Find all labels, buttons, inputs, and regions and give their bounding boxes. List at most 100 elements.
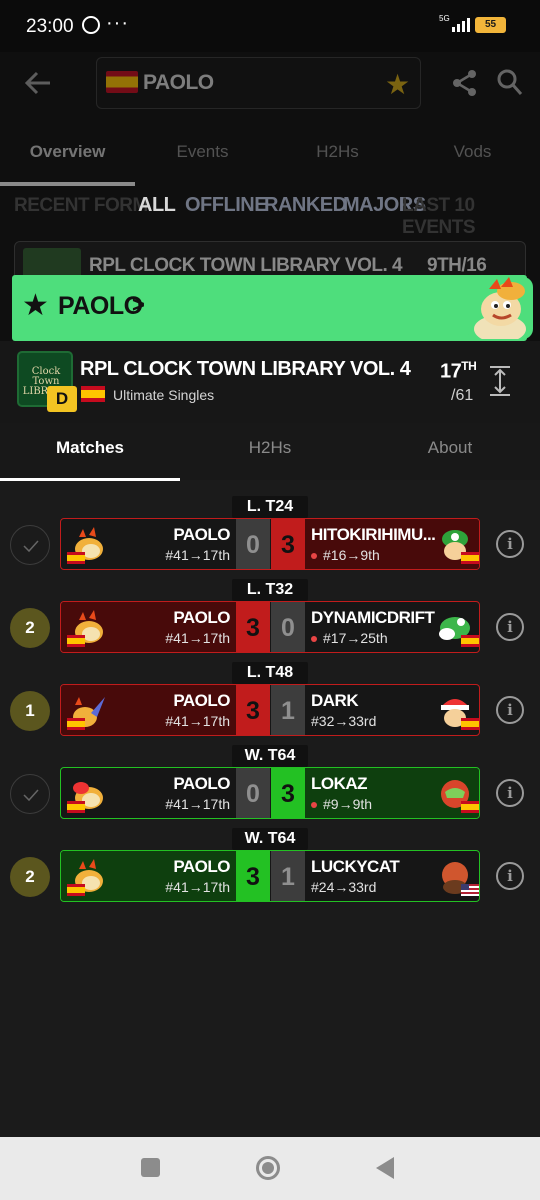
match-card[interactable]: PAOLO #41→17th 0 3 LOKAZ #9→9th [60,767,480,819]
check-icon [10,525,50,565]
upset-dot [311,553,317,560]
match-row[interactable]: L. T24 PAOLO #41→17th 0 3 HITOKIRIHIMU..… [0,496,540,580]
player-name: PAOLO [173,857,230,876]
spain-flag-icon [81,386,105,402]
match-status-badge: 2 [10,608,50,648]
opponent-seed: #24→33rd [311,879,377,895]
usa-flag-icon [461,884,479,896]
round-label: L. T32 [232,579,308,601]
match-card[interactable]: PAOLO #41→17th 0 3 HITOKIRIHIMU... #16→9… [60,518,480,570]
opponent-side: DARK #32→33rd [305,685,479,735]
opponent-side: DYNAMICDRIFT #17→25th [305,602,479,652]
spain-flag-icon [461,552,479,564]
tab-events[interactable]: Events [135,142,270,162]
round-label: W. T64 [232,828,308,850]
check-icon [10,774,50,814]
match-row[interactable]: L. T48 1 PAOLO #41→17th 3 1 DARK #32→33r… [0,662,540,746]
spain-flag-icon [461,718,479,730]
opponent-side: HITOKIRIHIMU... #16→9th [305,519,479,569]
background-event-rank: 9TH/16 [427,255,487,276]
player-seed: #41→17th [165,796,230,812]
filter-ranked[interactable]: RANKED [264,194,347,217]
round-label: L. T48 [232,662,308,684]
opponent-seed: #17→25th [311,630,388,646]
match-card[interactable]: PAOLO #41→17th 3 0 DYNAMICDRIFT #17→25th [60,601,480,653]
player-seed: #41→17th [165,713,230,729]
info-icon[interactable]: i [496,530,524,558]
home-icon[interactable] [256,1156,280,1180]
expand-collapse-icon[interactable] [489,366,511,396]
opponent-name: HITOKIRIHIMU... [311,525,436,544]
info-icon[interactable]: i [496,613,524,641]
spain-flag-icon [67,635,85,647]
search-icon[interactable] [497,69,523,97]
spain-flag-icon [67,552,85,564]
spain-flag-icon [461,801,479,813]
player-score: 3 [236,851,270,901]
tab-overview[interactable]: Overview [0,142,135,162]
battery-icon: 55 [475,17,506,33]
player-score: 0 [236,768,270,818]
match-row[interactable]: W. T64 2 PAOLO #41→17th 3 1 LUCKYCAT #24… [0,828,540,912]
player-search-box[interactable]: PAOLO ★ [96,57,421,109]
whatsapp-icon [82,16,100,34]
tab-matches[interactable]: Matches [0,438,180,458]
filter-bar: RECENT FORM ALL OFFLINE RANKED MAJORS LA… [0,192,540,238]
info-icon[interactable]: i [496,862,524,890]
opponent-score: 1 [271,851,305,901]
share-icon[interactable] [452,69,478,97]
tab-event-h2hs[interactable]: H2Hs [180,438,360,458]
network-type: 5G [439,14,450,23]
back-arrow-icon[interactable] [22,67,54,99]
spain-flag-icon [461,635,479,647]
match-card[interactable]: PAOLO #41→17th 3 1 DARK #32→33rd [60,684,480,736]
status-bar: 23:00 ··· 5G 55 [0,0,540,52]
banner-player-name: PAOLO [58,292,143,320]
player-name: PAOLO [173,691,230,710]
spain-flag-icon [106,71,138,93]
event-tabs: Matches H2Hs About [0,423,540,481]
signal-icon [452,18,470,32]
filter-all[interactable]: ALL [138,194,176,217]
player-side: PAOLO #41→17th [61,768,236,818]
tier-badge: D [47,386,77,412]
star-icon: ★ [22,289,49,322]
match-row[interactable]: W. T64 PAOLO #41→17th 0 3 LOKAZ #9→9th i [0,745,540,829]
opponent-seed: #32→33rd [311,713,377,729]
recent-apps-icon[interactable] [141,1158,160,1177]
bowser-jr-avatar [467,277,533,339]
player-name: PAOLO [173,525,230,544]
more-notifications-icon: ··· [106,12,129,34]
tab-vods[interactable]: Vods [405,142,540,162]
recent-form-label: RECENT FORM [14,195,148,216]
player-banner[interactable]: ★ PAOLO > [12,275,533,341]
back-triangle-icon[interactable] [376,1157,394,1179]
event-entrants: /61 [451,387,474,404]
info-icon[interactable]: i [496,696,524,724]
player-side: PAOLO #41→17th [61,851,236,901]
match-row[interactable]: L. T32 2 PAOLO #41→17th 3 0 DYNAMICDRIFT… [0,579,540,663]
opponent-name: LOKAZ [311,774,368,793]
tab-about[interactable]: About [360,438,540,458]
opponent-name: DYNAMICDRIFT [311,608,435,627]
tab-h2hs[interactable]: H2Hs [270,142,405,162]
upset-dot [311,802,317,809]
opponent-name: LUCKYCAT [311,857,400,876]
player-side: PAOLO #41→17th [61,519,236,569]
player-side: PAOLO #41→17th [61,602,236,652]
match-status-badge: 1 [10,691,50,731]
opponent-score: 3 [271,768,305,818]
filter-offline[interactable]: OFFLINE [185,194,268,217]
favorite-star-icon[interactable]: ★ [385,68,410,101]
system-nav-bar [0,1137,540,1200]
match-card[interactable]: PAOLO #41→17th 3 1 LUCKYCAT #24→33rd [60,850,480,902]
opponent-seed: #16→9th [311,547,380,563]
player-seed: #41→17th [165,547,230,563]
background-event-title: RPL CLOCK TOWN LIBRARY VOL. 4 [89,255,403,276]
spain-flag-icon [67,801,85,813]
tab-underline [0,182,135,186]
opponent-side: LOKAZ #9→9th [305,768,479,818]
spain-flag-icon [67,718,85,730]
event-title: RPL CLOCK TOWN LIBRARY VOL. 4 [80,358,411,380]
info-icon[interactable]: i [496,779,524,807]
